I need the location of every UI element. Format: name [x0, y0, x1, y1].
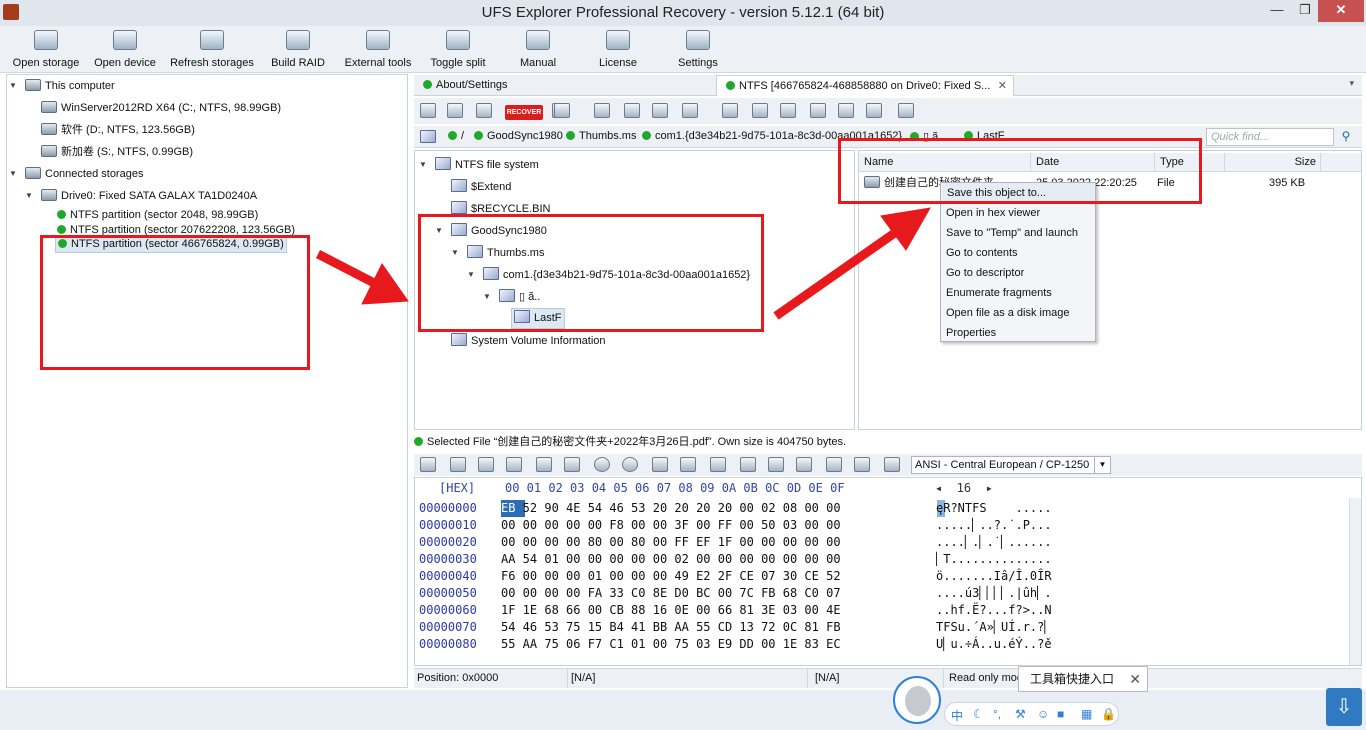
arrow-2-head [880, 207, 931, 251]
annotation-arrows [315, 207, 931, 320]
arrow-2-shaft [773, 228, 899, 320]
arrow-1-shaft [315, 250, 381, 289]
app-window: UFS Explorer Professional Recovery - ver… [0, 0, 1366, 730]
